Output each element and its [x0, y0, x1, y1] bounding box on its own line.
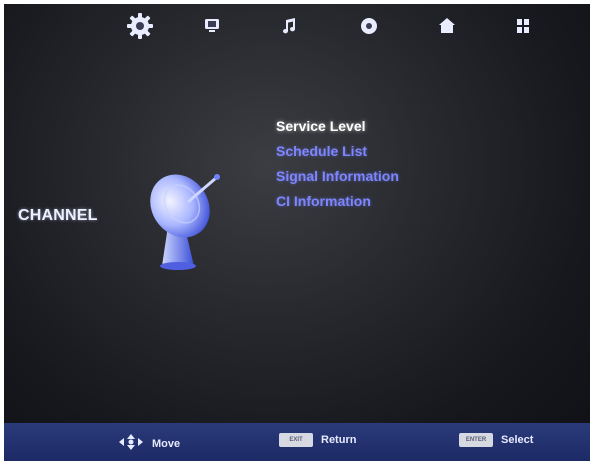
- dpad-arrows-icon: [118, 433, 144, 454]
- menu-item-ci-information[interactable]: CI Information: [276, 189, 399, 214]
- channel-menu: Service Level Schedule List Signal Infor…: [276, 114, 399, 214]
- menu-item-service-level[interactable]: Service Level: [276, 114, 399, 139]
- hint-return: EXIT Return: [279, 433, 356, 447]
- footer-hint-bar: Move EXIT Return ENTER Select: [4, 423, 590, 461]
- enter-key-icon: ENTER: [459, 433, 493, 447]
- home-icon[interactable]: [431, 10, 463, 42]
- music-note-icon[interactable]: [273, 10, 305, 42]
- menu-item-schedule-list[interactable]: Schedule List: [276, 139, 399, 164]
- menu-item-signal-information[interactable]: Signal Information: [276, 164, 399, 189]
- satellite-dish-icon: [142, 164, 232, 279]
- section-title: CHANNEL: [18, 207, 98, 224]
- hint-move-label: Move: [152, 437, 181, 450]
- hint-move: Move: [118, 433, 180, 454]
- category-tab-bar: [4, 4, 590, 48]
- hint-select-label: Select: [501, 434, 534, 446]
- hint-return-label: Return: [321, 434, 357, 446]
- disc-icon[interactable]: [353, 10, 385, 42]
- hint-select: ENTER Select: [459, 433, 533, 447]
- settings-gear-icon[interactable]: [124, 10, 156, 42]
- grid-icon[interactable]: [507, 10, 539, 42]
- tv-screen: CHANNEL Service Level Schedule List Sign…: [4, 4, 590, 461]
- monitor-icon[interactable]: [196, 10, 228, 42]
- exit-key-icon: EXIT: [279, 433, 313, 447]
